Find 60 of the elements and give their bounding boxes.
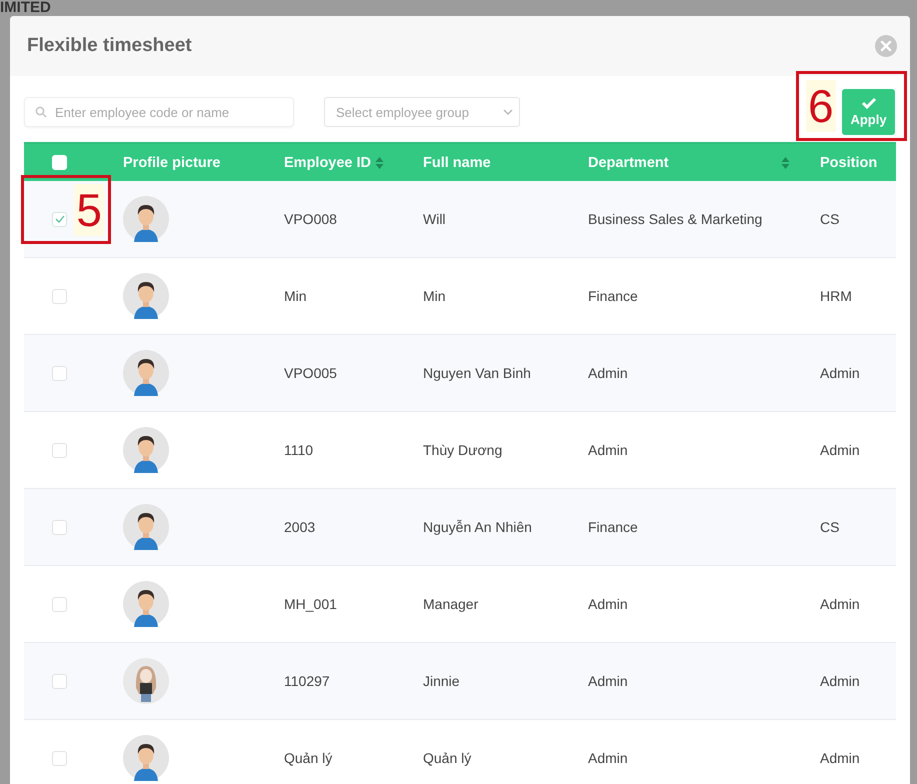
table-cell: 2003 bbox=[284, 519, 316, 535]
row-checkbox[interactable] bbox=[52, 288, 67, 304]
table-cell: Nguyen Van Binh bbox=[423, 365, 531, 381]
table-cell: VPO008 bbox=[284, 211, 337, 227]
table-cell: Min bbox=[423, 288, 446, 304]
annotation-number: 6 bbox=[806, 80, 836, 132]
row-checkbox[interactable] bbox=[52, 596, 67, 612]
row-checkbox[interactable] bbox=[52, 674, 67, 688]
row-checkbox[interactable] bbox=[52, 366, 67, 380]
select-all-checkbox[interactable] bbox=[52, 155, 67, 170]
dialog-title: Flexible timesheet bbox=[27, 35, 192, 57]
check-icon bbox=[54, 215, 64, 223]
table-cell: Jinnie bbox=[423, 673, 460, 689]
table-cell: Quản lý bbox=[284, 750, 332, 766]
search-field[interactable]: Enter employee code or name bbox=[24, 97, 294, 127]
table-cell: Manager bbox=[423, 596, 478, 612]
table-cell: Finance bbox=[588, 288, 638, 304]
column-header: Employee ID bbox=[284, 154, 372, 170]
table-cell: Min bbox=[284, 288, 307, 304]
page-heading: IMITED bbox=[0, 0, 51, 16]
row-checkbox[interactable] bbox=[52, 212, 67, 226]
table-cell: VPO005 bbox=[284, 365, 337, 381]
table-cell: Quản lý bbox=[423, 750, 472, 766]
table-cell: Admin bbox=[588, 750, 628, 766]
sort-icon[interactable] bbox=[375, 156, 384, 170]
table-cell: Admin bbox=[820, 673, 860, 689]
table-cell: Admin bbox=[588, 673, 628, 689]
sort-icon[interactable] bbox=[781, 156, 790, 170]
check-icon bbox=[860, 97, 876, 109]
table-cell: Thùy Dương bbox=[423, 442, 502, 458]
table-cell: Admin bbox=[820, 750, 860, 766]
chevron-icon bbox=[503, 108, 513, 116]
table-cell: Admin bbox=[820, 442, 860, 458]
table-cell: Admin bbox=[588, 442, 628, 458]
row-checkbox[interactable] bbox=[52, 520, 67, 534]
search-icon bbox=[35, 106, 47, 118]
row-checkbox[interactable] bbox=[52, 442, 67, 458]
table-cell: Will bbox=[423, 211, 446, 227]
annotation-number: 5 bbox=[74, 184, 104, 236]
table-cell: Admin bbox=[820, 365, 860, 381]
table-cell: CS bbox=[820, 211, 840, 227]
column-header: Profile picture bbox=[123, 154, 220, 170]
table-cell: Business Sales & Marketing bbox=[588, 211, 762, 227]
table-cell: HRM bbox=[820, 288, 852, 304]
table-cell: Admin bbox=[588, 596, 628, 612]
table-cell: Admin bbox=[820, 596, 860, 612]
column-header: Position bbox=[820, 154, 878, 170]
column-header: Full name bbox=[423, 154, 491, 170]
row-checkbox[interactable] bbox=[52, 750, 67, 766]
table-cell: CS bbox=[820, 519, 840, 535]
table-cell: Admin bbox=[588, 365, 628, 381]
table-cell: MH_001 bbox=[284, 596, 337, 612]
group-select[interactable]: Select employee group bbox=[324, 97, 520, 127]
table-cell: 110297 bbox=[284, 673, 330, 689]
table-cell: Finance bbox=[588, 519, 638, 535]
table-cell: Nguyễn An Nhiên bbox=[423, 519, 532, 535]
apply-button[interactable]: Apply bbox=[842, 89, 895, 135]
table-cell: 1110 bbox=[284, 442, 314, 458]
column-header: Department bbox=[588, 154, 669, 170]
close-icon[interactable] bbox=[875, 35, 897, 57]
